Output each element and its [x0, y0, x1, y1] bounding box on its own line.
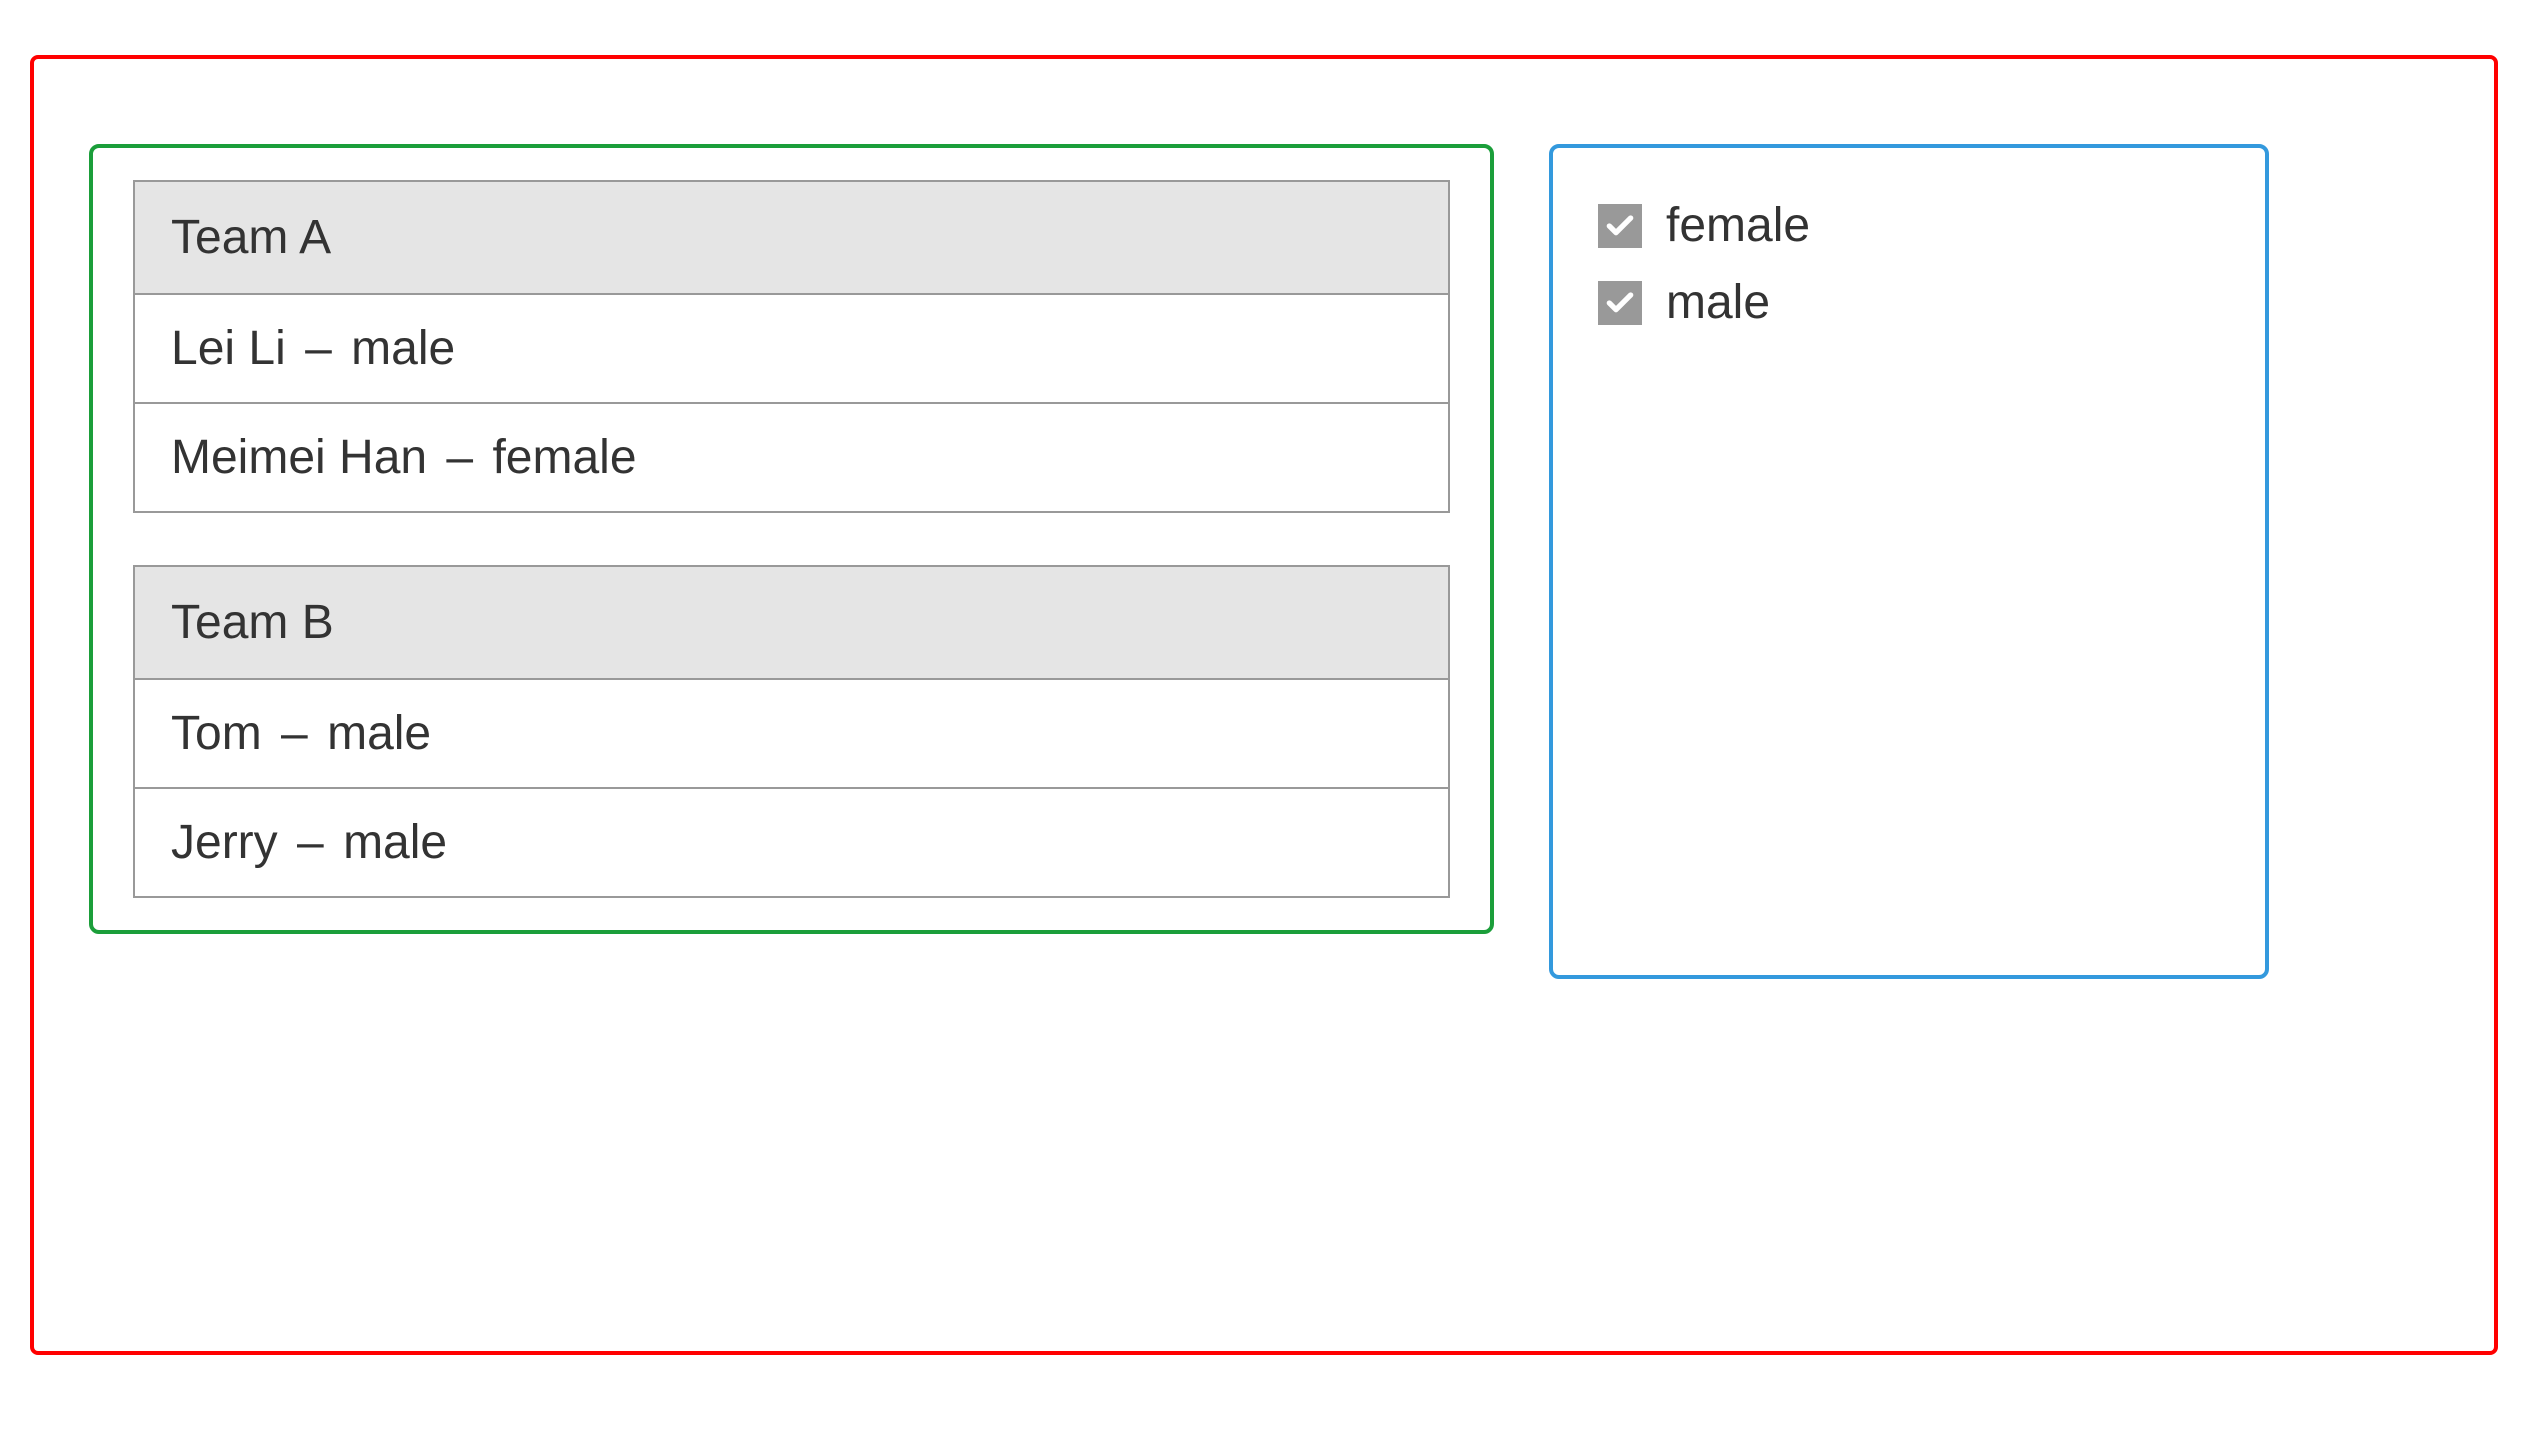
- member-gender: male: [327, 707, 431, 760]
- filter-row-male[interactable]: male: [1598, 275, 2220, 330]
- member-gender: male: [351, 322, 455, 375]
- team-header: Team A: [135, 182, 1448, 295]
- checkbox-checked-icon[interactable]: [1598, 204, 1642, 248]
- team-member-row: Meimei Han – female: [135, 404, 1448, 511]
- filter-label: female: [1666, 198, 1810, 253]
- separator: –: [440, 431, 479, 484]
- team-block: Team B Tom – male Jerry – male: [133, 565, 1450, 898]
- team-member-row: Jerry – male: [135, 789, 1448, 896]
- separator: –: [299, 322, 338, 375]
- checkbox-checked-icon[interactable]: [1598, 281, 1642, 325]
- teams-panel: Team A Lei Li – male Meimei Han – female…: [89, 144, 1494, 934]
- member-name: Lei Li: [171, 322, 286, 375]
- team-member-row: Lei Li – male: [135, 295, 1448, 404]
- team-header: Team B: [135, 567, 1448, 680]
- member-name: Tom: [171, 707, 262, 760]
- filter-label: male: [1666, 275, 1770, 330]
- team-member-row: Tom – male: [135, 680, 1448, 789]
- member-gender: female: [492, 431, 636, 484]
- separator: –: [275, 707, 314, 760]
- outer-container: Team A Lei Li – male Meimei Han – female…: [30, 55, 2498, 1355]
- member-name: Jerry: [171, 816, 278, 869]
- team-block: Team A Lei Li – male Meimei Han – female: [133, 180, 1450, 513]
- separator: –: [291, 816, 330, 869]
- filters-panel: female male: [1549, 144, 2269, 979]
- member-name: Meimei Han: [171, 431, 427, 484]
- member-gender: male: [343, 816, 447, 869]
- filter-row-female[interactable]: female: [1598, 198, 2220, 253]
